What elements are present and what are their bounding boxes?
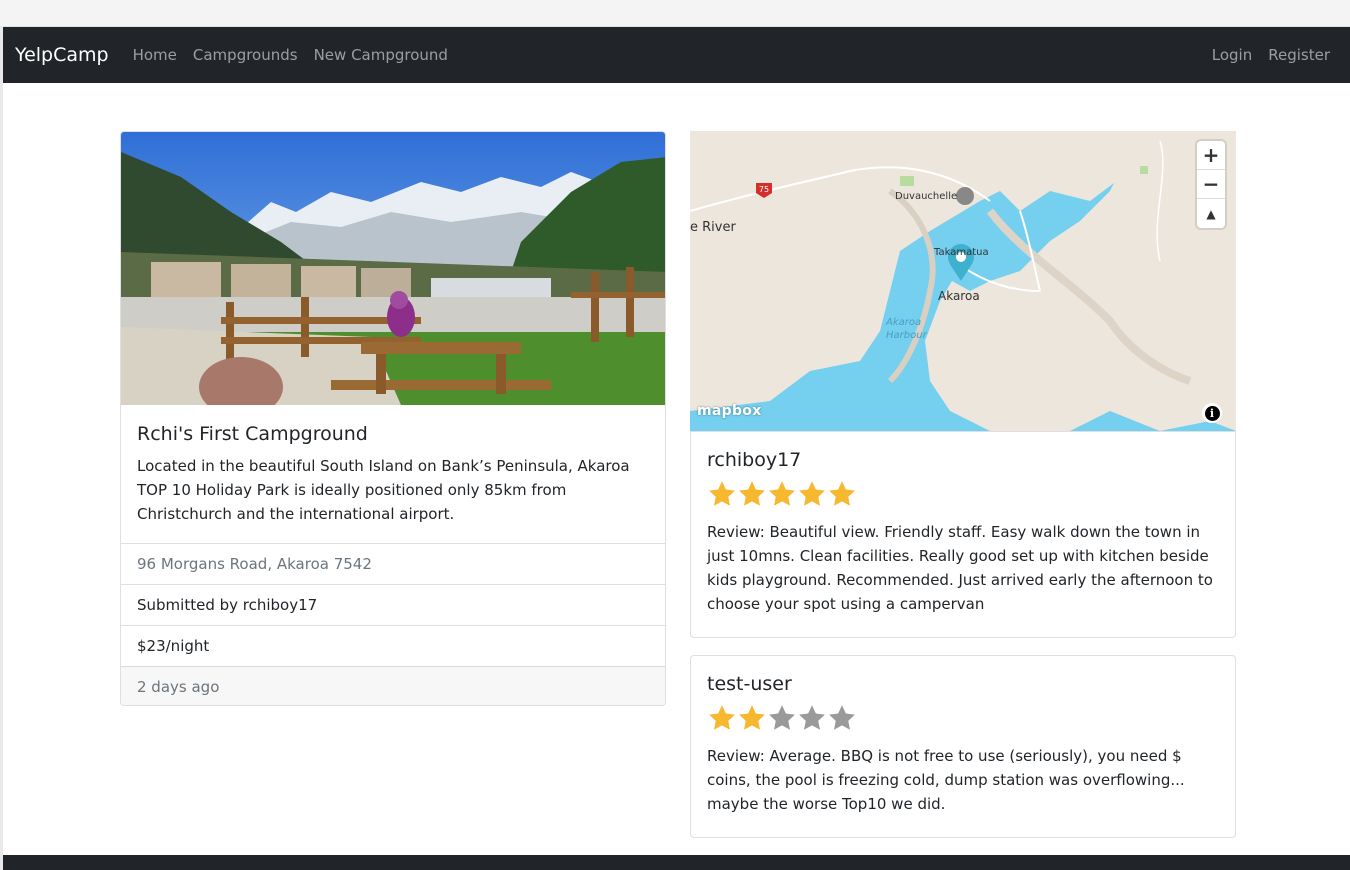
review-text: Review: Average. BBQ is not free to use … (707, 746, 1185, 813)
footer (3, 855, 1350, 870)
review-author: rchiboy17 (707, 449, 802, 471)
star-empty-icon (829, 705, 855, 730)
zoom-out-button[interactable]: − (1197, 170, 1225, 199)
star-empty-icon (799, 705, 825, 730)
campground-price: $23/night (121, 625, 665, 666)
nav-link-register[interactable]: Register (1260, 46, 1338, 64)
nav-right-group: Login Register (1204, 46, 1338, 64)
campground-body: Rchi's First Campground Located in the b… (121, 405, 665, 543)
map-label-duvauchelle: Duvauchelle (895, 191, 958, 202)
campground-card: Rchi's First Campground Located in the b… (120, 131, 666, 706)
map-label-river: e River (690, 220, 736, 235)
review-card: rchiboy17 Review: Beautiful view. Friend… (690, 431, 1236, 638)
nav-link-login[interactable]: Login (1204, 46, 1260, 64)
info-icon: i (1204, 405, 1220, 421)
review-author: test-user (707, 673, 792, 695)
star-empty-icon (769, 705, 795, 730)
review-card: test-user Review: Average. BBQ is not fr… (690, 655, 1236, 838)
navbar: YelpCamp Home Campgrounds New Campground… (3, 27, 1350, 83)
campground-location: 96 Morgans Road, Akaroa 7542 (121, 543, 665, 584)
campground-description: Located in the beautiful South Island on… (137, 456, 630, 523)
star-filled-icon (799, 481, 825, 506)
star-filled-icon (709, 705, 735, 730)
map-canvas[interactable]: 75 (690, 131, 1236, 431)
star-rating (707, 702, 1219, 734)
star-filled-icon (709, 481, 735, 506)
nav-link-home[interactable]: Home (125, 46, 185, 64)
browser-top-strip (0, 0, 1350, 27)
map-attribution-button[interactable]: i (1202, 403, 1222, 423)
brand-link[interactable]: YelpCamp (15, 44, 109, 66)
review-text: Review: Beautiful view. Friendly staff. … (707, 522, 1213, 613)
campground-posted-time: 2 days ago (121, 666, 665, 705)
nav-link-campgrounds[interactable]: Campgrounds (185, 46, 306, 64)
campground-author: Submitted by rchiboy17 (121, 584, 665, 625)
compass-button[interactable]: ▲ (1197, 199, 1225, 228)
nav-link-new-campground[interactable]: New Campground (306, 46, 456, 64)
campground-image (121, 132, 665, 405)
campground-title: Rchi's First Campground (137, 423, 368, 445)
mapbox-logo[interactable]: mapbox (697, 403, 762, 419)
star-filled-icon (739, 481, 765, 506)
route-shield-label: 75 (759, 185, 769, 194)
star-filled-icon (769, 481, 795, 506)
zoom-in-button[interactable]: + (1197, 141, 1225, 170)
window-left-edge (0, 26, 3, 870)
campground-map[interactable]: 75 e River Duvauchelle Takamatua Akaroa … (690, 131, 1236, 431)
star-filled-icon (739, 705, 765, 730)
map-zoom-control: + − ▲ (1197, 141, 1225, 228)
star-rating (707, 478, 1219, 510)
map-label-akaroa: Akaroa (938, 289, 980, 303)
star-filled-icon (829, 481, 855, 506)
map-label-takamatua: Takamatua (934, 247, 989, 258)
map-label-harbour: Akaroa Harbour (886, 317, 927, 341)
